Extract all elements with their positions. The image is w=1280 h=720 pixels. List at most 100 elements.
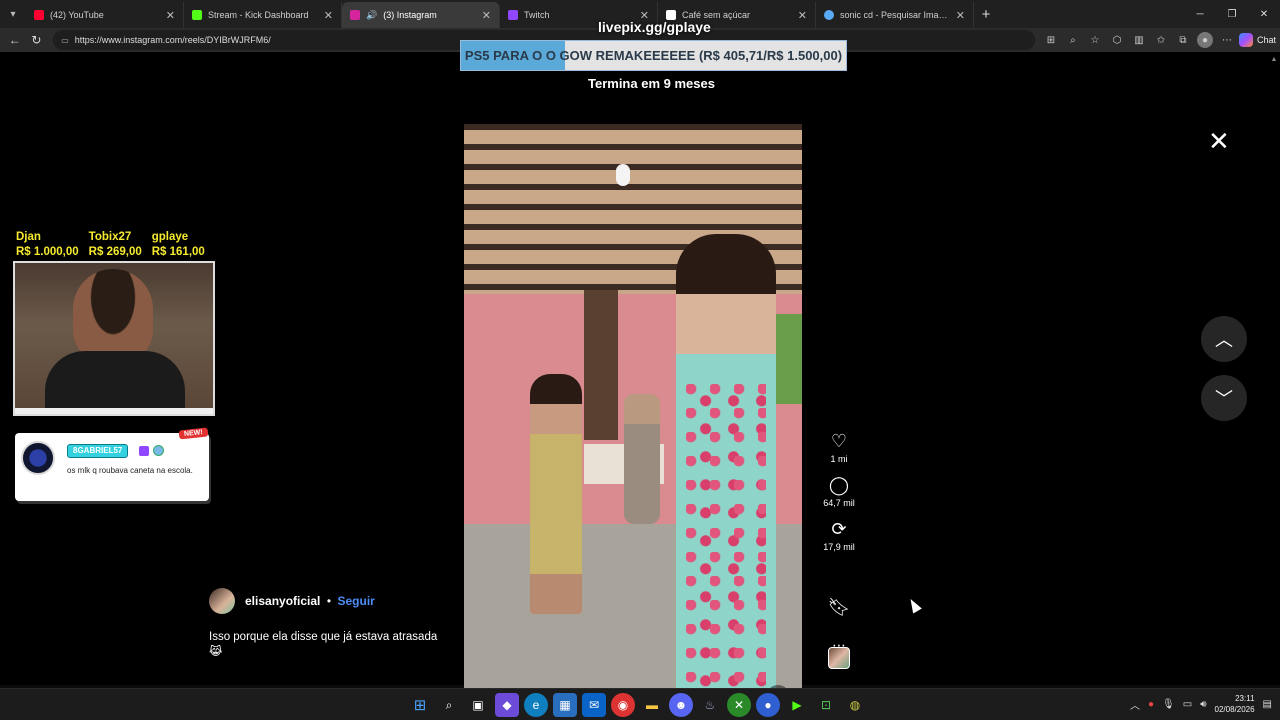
microphone-icon[interactable]: 🎙︎: [1162, 699, 1175, 710]
copilot-chat-button[interactable]: Chat: [1238, 33, 1276, 47]
save-action[interactable]: 🔖︎: [828, 596, 851, 618]
new-tab-button[interactable]: +: [974, 2, 998, 26]
previous-reel-button[interactable]: ︿: [1201, 316, 1247, 362]
scroll-up-icon[interactable]: ▲: [1270, 56, 1278, 63]
sidebar-icon[interactable]: ▥: [1131, 32, 1147, 48]
file-explorer-icon[interactable]: ▬: [640, 693, 664, 717]
tab-instagram[interactable]: 🔊 (3) Instagram ✕: [342, 2, 500, 28]
favorites-icon[interactable]: ✩: [1153, 32, 1169, 48]
chat-user-avatar: [21, 441, 55, 475]
reel-video[interactable]: 🔊: [464, 124, 802, 720]
video-scene-woman: [530, 374, 582, 614]
follow-button[interactable]: Seguir: [337, 594, 374, 608]
speaker-icon[interactable]: 🔊: [366, 10, 377, 21]
copilot-icon: [1238, 33, 1253, 47]
steam-icon[interactable]: ♨: [698, 693, 722, 717]
app-blue-icon[interactable]: ●: [756, 693, 780, 717]
author-name[interactable]: elisanyoficial: [245, 594, 320, 608]
close-icon[interactable]: ✕: [166, 9, 175, 22]
clock[interactable]: 23:11 02/08/2026: [1215, 693, 1255, 715]
youtube-icon: [34, 10, 44, 20]
store-icon[interactable]: ▦: [553, 693, 577, 717]
taskbar-apps: ⊞ ⌕ ▣ ◆ e ▦ ✉ ◉ ▬ ☻ ♨ ✕ ● ▶ ⊡ ◍: [408, 693, 867, 717]
extensions-icon[interactable]: ⬡: [1109, 32, 1125, 48]
heart-icon[interactable]: ♡: [831, 430, 847, 452]
app-yellow-icon[interactable]: ◍: [843, 693, 867, 717]
close-icon[interactable]: ✕: [482, 9, 491, 22]
mouse-cursor-icon: [906, 596, 922, 614]
app-available-icon[interactable]: ⊞: [1043, 32, 1059, 48]
search-icon[interactable]: ⌕: [437, 693, 461, 717]
discord-icon[interactable]: ☻: [669, 693, 693, 717]
new-tag: NEW!: [178, 427, 209, 440]
volume-tray-icon[interactable]: 🔊︎: [1200, 699, 1206, 710]
favorite-star-icon[interactable]: ☆: [1087, 32, 1103, 48]
tab-youtube[interactable]: (42) YouTube ✕: [26, 2, 184, 28]
xbox-icon[interactable]: ✕: [727, 693, 751, 717]
tab-title: (3) Instagram: [383, 10, 437, 20]
kick-app-icon[interactable]: ▶: [785, 693, 809, 717]
reel-author: elisanyoficial • Seguir: [209, 588, 375, 614]
profile-avatar-icon[interactable]: ●: [1196, 32, 1213, 48]
bookmark-icon[interactable]: 🔖︎: [828, 596, 851, 618]
edge-icon[interactable]: e: [524, 693, 548, 717]
separator-dot: •: [326, 594, 332, 608]
close-icon[interactable]: ✕: [324, 9, 333, 22]
reel-caption: Isso porque ela disse que já estava atra…: [209, 631, 438, 658]
refresh-icon[interactable]: ↻: [26, 29, 48, 51]
repost-count: 17,9 mil: [823, 542, 855, 552]
repost-icon[interactable]: ⟳: [831, 518, 846, 540]
outlook-icon[interactable]: ✉: [582, 693, 606, 717]
next-reel-button[interactable]: ﹀: [1201, 375, 1247, 421]
collections-icon[interactable]: ⧉: [1175, 32, 1191, 48]
notifications-icon[interactable]: ▤: [1263, 699, 1272, 710]
tab-bing-images[interactable]: sonic cd - Pesquisar Imagens ✕: [816, 2, 974, 28]
screen: ▾ (42) YouTube ✕ Stream - Kick Dashboard…: [0, 0, 1280, 720]
scrollbar[interactable]: ▲: [1270, 56, 1278, 680]
tab-kick[interactable]: Stream - Kick Dashboard ✕: [184, 2, 342, 28]
like-count: 1 mi: [830, 454, 848, 464]
author-avatar[interactable]: [209, 588, 235, 614]
widgets-icon[interactable]: ◆: [495, 693, 519, 717]
donation-goal-deadline: Termina em 9 meses: [588, 76, 715, 91]
repost-action[interactable]: ⟳ 17,9 mil: [823, 518, 855, 552]
donation-goal-bar: PS5 PARA O O GOW REMAKEEEEEE (R$ 405,71/…: [460, 40, 847, 71]
chrome-icon[interactable]: ◉: [611, 693, 635, 717]
back-icon[interactable]: ←: [4, 29, 26, 51]
copilot-label: Chat: [1256, 35, 1276, 45]
comment-action[interactable]: ◯ 64,7 mil: [823, 474, 855, 508]
network-icon[interactable]: ▭: [1183, 699, 1192, 710]
streamer-head: [73, 269, 153, 364]
chevron-up-icon: ︿: [1215, 330, 1233, 350]
donor-name: Tobix27: [88, 231, 132, 243]
url-text: https://www.instagram.com/reels/DYIBrWJR…: [74, 35, 271, 45]
comment-icon[interactable]: ◯: [829, 474, 849, 496]
restore-icon[interactable]: ❐: [1216, 0, 1248, 28]
twitch-icon: [508, 10, 518, 20]
chat-message: os mlk q roubava caneta na escola.: [67, 466, 193, 475]
tray-overflow-icon[interactable]: ︿: [1130, 697, 1140, 712]
more-icon[interactable]: ⋯: [1219, 32, 1235, 48]
like-action[interactable]: ♡ 1 mi: [830, 430, 847, 464]
donor-amount: R$ 1.000,00: [16, 246, 79, 258]
close-reel-icon[interactable]: ✕: [1208, 128, 1230, 154]
tray-app-icon[interactable]: ●: [1148, 699, 1154, 710]
zoom-icon[interactable]: ⌕: [1065, 32, 1081, 48]
kick-icon: [192, 10, 202, 20]
close-window-icon[interactable]: ✕: [1248, 0, 1280, 28]
tab-actions-menu[interactable]: ▾: [0, 0, 26, 28]
site-info-icon[interactable]: ▭: [61, 36, 69, 45]
close-icon[interactable]: ✕: [798, 9, 807, 22]
minimize-icon[interactable]: ─: [1184, 0, 1216, 28]
globe-badge-icon: [153, 445, 164, 456]
app-green-icon[interactable]: ⊡: [814, 693, 838, 717]
chat-username: 8GABRIEL57: [67, 444, 129, 458]
audio-avatar[interactable]: [828, 647, 850, 669]
close-icon[interactable]: ✕: [956, 9, 965, 22]
tab-title: sonic cd - Pesquisar Imagens: [840, 10, 950, 20]
task-view-icon[interactable]: ▣: [466, 693, 490, 717]
donor-amount: R$ 161,00: [151, 246, 205, 258]
donor-item: Djan R$ 1.000,00: [16, 230, 79, 260]
start-icon[interactable]: ⊞: [408, 693, 432, 717]
top-donors: Djan R$ 1.000,00 Tobix27 R$ 269,00 gplay…: [16, 230, 205, 260]
